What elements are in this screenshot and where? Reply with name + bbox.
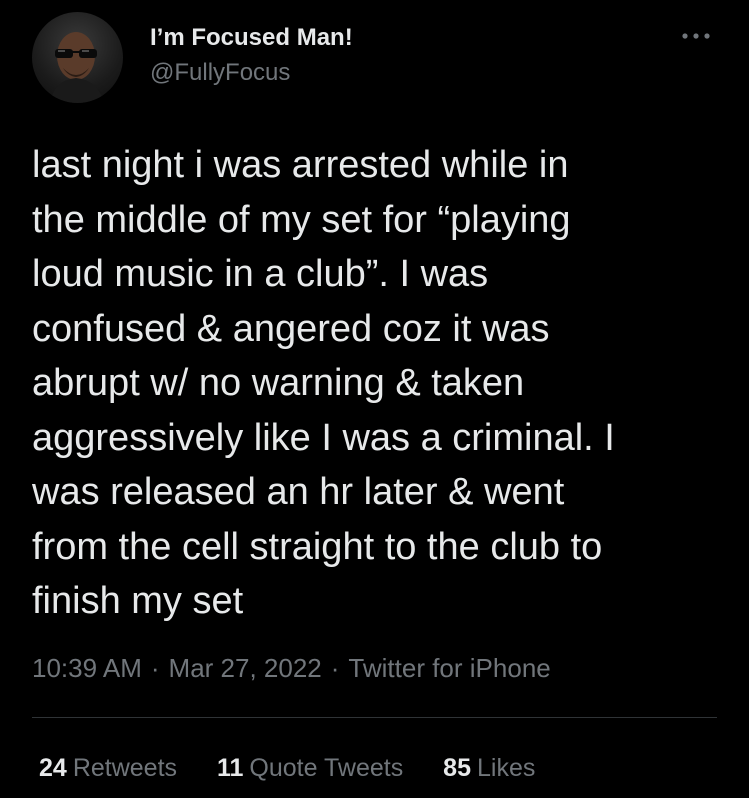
likes-label: Likes — [476, 754, 536, 782]
retweets-count: 24 — [39, 754, 67, 782]
divider — [32, 717, 717, 718]
tweet-source-link[interactable]: Twitter for iPhone — [348, 653, 550, 683]
tweet-detail: I’m Focused Man! @FullyFocus last night … — [0, 0, 749, 798]
more-options-button[interactable] — [676, 24, 716, 48]
likes-count: 85 — [443, 754, 471, 782]
author-avatar[interactable] — [32, 12, 123, 103]
quote-tweets-count: 11 — [216, 754, 244, 782]
author-display-name[interactable]: I’m Focused Man! — [150, 22, 353, 54]
quote-tweets-label: Quote Tweets — [249, 754, 404, 782]
retweets-label: Retweets — [72, 754, 178, 782]
likes-stat[interactable]: 85 Likes — [443, 751, 535, 785]
more-horizontal-icon — [682, 33, 710, 39]
tweet-time[interactable]: 10:39 AM — [32, 653, 142, 683]
tweet-date[interactable]: Mar 27, 2022 — [169, 653, 322, 683]
author-info: I’m Focused Man! @FullyFocus — [150, 22, 353, 89]
tweet-text: last night i was arrested while in the m… — [32, 144, 615, 622]
quote-tweets-stat[interactable]: 11 Quote Tweets — [217, 751, 403, 785]
meta-separator: · — [150, 653, 160, 683]
tweet-metadata: 10:39 AM · Mar 27, 2022 · Twitter for iPhone — [32, 651, 551, 685]
meta-separator: · — [330, 653, 340, 683]
avatar-image — [50, 32, 104, 103]
engagement-stats: 24 Retweets 11 Quote Tweets 85 Likes — [39, 751, 568, 785]
author-handle[interactable]: @FullyFocus — [150, 57, 353, 89]
retweets-stat[interactable]: 24 Retweets — [39, 751, 177, 785]
